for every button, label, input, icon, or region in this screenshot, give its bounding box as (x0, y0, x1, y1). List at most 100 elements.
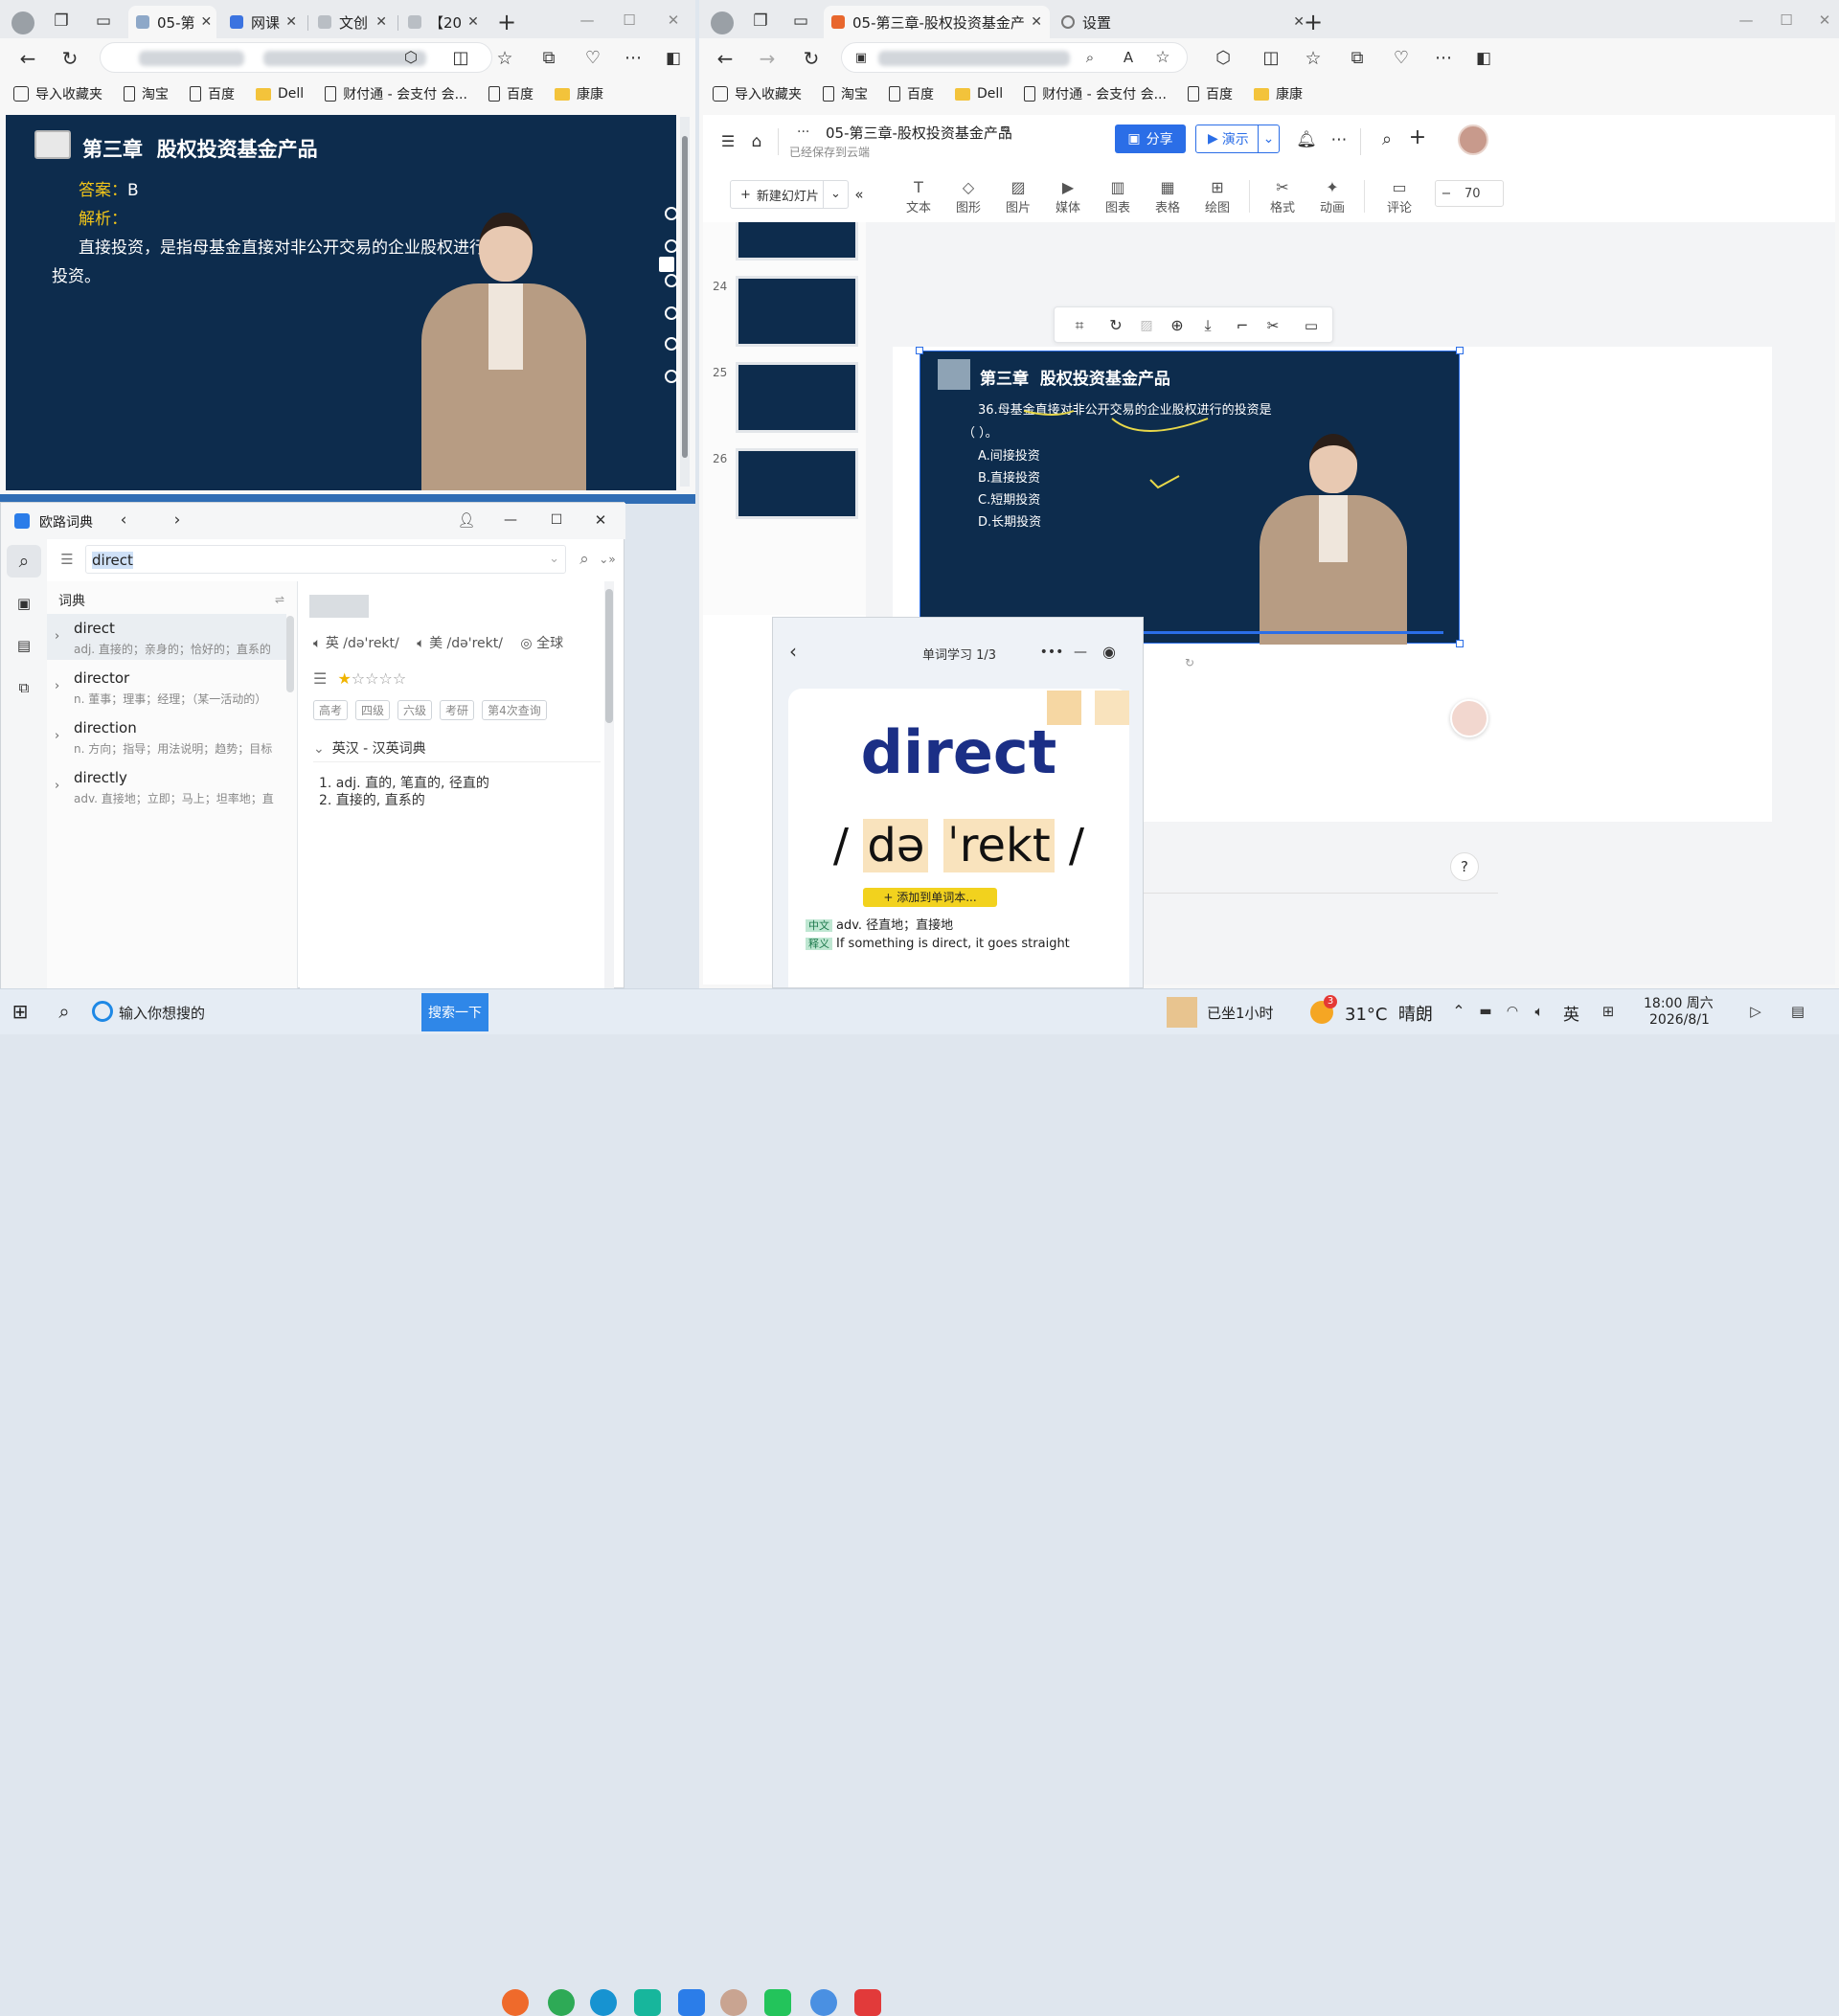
diagram-icon[interactable]: ⊞ (1193, 178, 1241, 196)
close-icon[interactable]: ✕ (370, 14, 387, 30)
toolbar-comment[interactable]: 评论 (1375, 197, 1423, 215)
thumbnail-24[interactable] (736, 276, 858, 347)
phonetic-syllable-2[interactable]: ˈrekt (942, 819, 1055, 872)
tab-presentation[interactable]: 05-第三章-股权投资基金产品 - ✕ (824, 6, 1050, 38)
browser-essentials-icon[interactable]: ♡ (580, 46, 605, 71)
translate-icon[interactable]: ▣ (7, 587, 41, 620)
close-window-icon[interactable]: ✕ (1810, 8, 1839, 33)
favorite-taobao[interactable]: 淘宝 (823, 84, 868, 103)
chevron-down-icon[interactable]: ⌄ (823, 181, 848, 208)
minimize-icon[interactable]: — (573, 8, 602, 33)
add-icon[interactable]: + (1406, 126, 1429, 149)
resize-handle[interactable] (916, 347, 923, 354)
chat-icon[interactable] (665, 239, 678, 253)
list-item[interactable]: › direction n. 方向；指导；用法说明；趋势；目标 (47, 714, 286, 759)
close-window-icon[interactable]: ✕ (659, 8, 688, 33)
refresh-icon[interactable]: ↻ (57, 46, 82, 71)
app-green-icon[interactable] (548, 1989, 575, 2016)
toolbar-chart[interactable]: 图表 (1094, 197, 1142, 215)
scrollbar-thumb[interactable] (682, 136, 688, 458)
text-icon[interactable]: T (895, 178, 942, 196)
toolbar-diagram[interactable]: 绘图 (1193, 197, 1241, 215)
maximize-icon[interactable]: ☐ (615, 8, 644, 33)
favorite-kangkang[interactable]: 康康 (1253, 84, 1303, 103)
scrollbar-thumb[interactable] (605, 589, 613, 723)
favorite-import[interactable]: 导入收藏夹 (713, 84, 802, 103)
collections-icon[interactable]: ⧉ (1345, 46, 1370, 71)
ime-indicator[interactable]: 英 (1563, 1001, 1579, 1025)
close-window-icon[interactable]: ✕ (591, 510, 610, 530)
taskbar-search-button[interactable]: 搜索一下 (421, 993, 488, 1031)
doc-breadcrumb-ellipsis[interactable]: ··· (797, 125, 809, 140)
list-item[interactable]: › directly adv. 直接地；立即；马上；坦率地；直 (47, 763, 286, 809)
wechat-icon[interactable] (764, 1989, 791, 2016)
thumbnail-partial[interactable] (736, 222, 858, 260)
add-to-wordbook-button[interactable]: + 添加到单词本... (863, 888, 997, 907)
play-icon[interactable] (665, 207, 678, 220)
record-icon[interactable]: ◉ (1099, 643, 1120, 662)
search-input[interactable]: direct ⌄ (85, 545, 566, 574)
tab-left-4[interactable]: 【20 ✕ (400, 6, 483, 38)
wifi-icon[interactable]: ◠ (1502, 1001, 1523, 1022)
note-icon[interactable] (665, 306, 678, 320)
pron-us[interactable]: 美 /də'rekt/ (429, 636, 503, 651)
rotate-handle-icon[interactable]: ↻ (1182, 655, 1197, 670)
weather-text[interactable]: 31°C 晴朗 (1345, 1001, 1433, 1026)
detail-scrollbar[interactable] (604, 581, 614, 989)
animation-icon[interactable]: ✦ (1308, 178, 1356, 196)
zoom-in-icon[interactable]: ⊕ (1164, 315, 1191, 336)
avatar[interactable] (1458, 125, 1488, 155)
search-options-icon[interactable]: ⌄» (597, 549, 618, 570)
split-screen-icon[interactable]: ◫ (448, 46, 473, 71)
list-scrollbar[interactable] (286, 616, 294, 692)
show-desktop-icon[interactable]: ▷ (1745, 1001, 1766, 1022)
windows-start-icon[interactable]: ⊞ (8, 999, 33, 1024)
format-painter-icon[interactable]: ⌐ (1229, 315, 1256, 336)
sidebar-icon[interactable]: ◧ (661, 46, 686, 71)
speaker-icon[interactable]: 🔈︎ (417, 636, 424, 651)
tab-left-1[interactable]: 05-第 ✕ (128, 6, 216, 38)
more-icon[interactable]: ⋯ (1328, 128, 1351, 151)
ie-search-icon[interactable] (92, 1001, 113, 1022)
list-item[interactable]: › director n. 董事；理事；经理；（某一活动的） (47, 664, 286, 710)
close-icon[interactable]: ✕ (462, 14, 479, 30)
battery-icon[interactable]: ▬ (1475, 1001, 1496, 1022)
favorite-tenpay[interactable]: 财付通 - 会支付 会... (325, 84, 467, 103)
dictionary-app-icon[interactable] (678, 1989, 705, 2016)
address-bar[interactable]: ⬡ (100, 42, 492, 73)
more-icon[interactable]: ⋯ (621, 46, 646, 71)
collapse-panel-icon[interactable]: « (851, 184, 868, 205)
new-tab-icon[interactable]: + (494, 10, 519, 34)
user-icon[interactable]: 👤︎ (457, 510, 476, 530)
more-dots-icon[interactable]: ••• (1040, 643, 1064, 662)
close-icon[interactable]: ✕ (1025, 14, 1042, 30)
vertical-tabs-icon[interactable]: ▭ (789, 10, 812, 33)
home-icon[interactable]: ⌂ (745, 130, 768, 153)
close-icon[interactable]: ✕ (195, 14, 213, 30)
edge-icon[interactable] (590, 1989, 617, 2016)
format-icon[interactable]: ✂ (1259, 178, 1306, 196)
favorite-baidu[interactable]: 百度 (889, 84, 934, 103)
search-icon[interactable]: ⌕ (7, 545, 41, 578)
outline-icon[interactable]: ☰ (716, 130, 739, 153)
app-teal-icon[interactable] (634, 1989, 661, 2016)
more-icon[interactable]: ⋯ (1431, 46, 1456, 71)
minimize-icon[interactable]: — (1070, 643, 1091, 662)
extension-icon[interactable]: ⬡ (399, 46, 422, 69)
download-icon[interactable]: ⤓ (1194, 315, 1221, 336)
doc-title[interactable]: 05-第三章-股权投资基金产品 (826, 123, 1012, 143)
tab-left-3[interactable]: 文创 ✕ (310, 6, 395, 38)
image-icon[interactable]: ▨ (994, 178, 1042, 196)
firefox-icon[interactable] (502, 1989, 529, 2016)
globe-icon[interactable]: ◎ (520, 636, 532, 651)
keyboard-icon[interactable]: ⊞ (1598, 1001, 1619, 1022)
list-item[interactable]: › direct adj. 直接的；亲身的；恰好的；直系的 (47, 614, 286, 660)
resize-handle[interactable] (1456, 640, 1464, 647)
profile-icon[interactable] (11, 11, 34, 34)
page-scrollbar[interactable] (680, 117, 690, 487)
toolbar-media[interactable]: 媒体 (1044, 197, 1092, 215)
favorite-kangkang[interactable]: 康康 (554, 84, 603, 103)
favorite-baidu-2[interactable]: 百度 (1187, 84, 1233, 103)
menu-icon[interactable]: ☰ (57, 549, 78, 570)
favorite-star-icon[interactable]: ☆ (1152, 47, 1173, 68)
